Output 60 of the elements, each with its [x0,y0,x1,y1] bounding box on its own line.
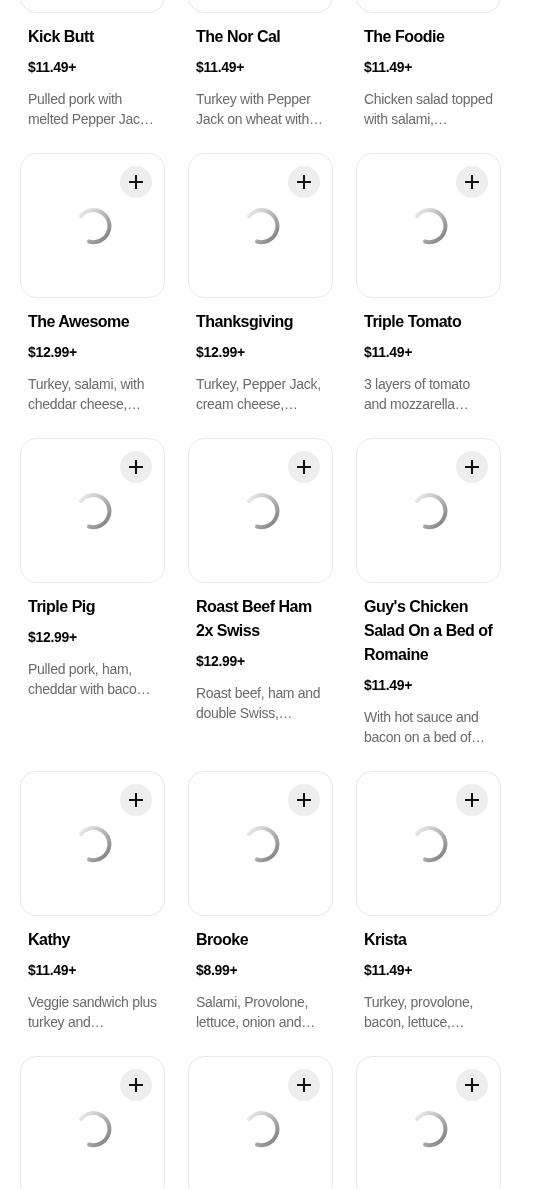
item-price: $11.49+ [28,58,78,77]
item-name: Guy's Chicken Salad On a Bed of Romaine [364,597,494,665]
item-price: $11.49+ [196,58,246,77]
item-name: Brooke [196,930,250,950]
add-button[interactable] [288,451,320,483]
item-price: $12.99+ [196,343,246,362]
plus-icon [465,175,479,189]
add-button[interactable] [288,1069,320,1101]
plus-icon [129,1078,143,1092]
plus-icon [465,793,479,807]
item-price: $11.49+ [364,676,414,695]
item-name: The Foodie [364,27,446,47]
item-description: Turkey, provolone, bacon, lettuce,… [364,993,474,1032]
plus-icon [129,460,143,474]
add-button[interactable] [456,1069,488,1101]
item-name: Kathy [28,930,71,950]
add-button[interactable] [120,784,152,816]
plus-icon [465,460,479,474]
item-price: $11.49+ [364,58,414,77]
plus-icon [129,793,143,807]
item-price: $8.99+ [196,961,239,980]
add-button[interactable] [288,166,320,198]
item-price: $12.99+ [196,652,246,671]
add-button[interactable] [120,451,152,483]
item-price: $12.99+ [28,628,78,647]
item-description: Roast beef, ham and double Swiss,… [196,684,322,723]
plus-icon [129,175,143,189]
item-name: Krista [364,930,408,950]
plus-icon [297,1078,311,1092]
add-button[interactable] [456,451,488,483]
plus-icon [465,1078,479,1092]
item-name: Triple Tomato [364,312,463,332]
item-description: 3 layers of tomato and mozzarella… [364,375,471,414]
item-description: Salami, Provolone, lettuce, onion and… [196,993,316,1032]
item-name: Roast Beef Ham 2x Swiss [196,597,313,641]
item-name: The Awesome [28,312,131,332]
add-button[interactable] [288,784,320,816]
item-description: Turkey with Pepper Jack on wheat with… [196,90,324,129]
item-description: Pulled pork, ham, cheddar with baco… [28,660,152,699]
item-name: Triple Pig [28,597,96,617]
item-price: $11.49+ [364,343,414,362]
add-button[interactable] [120,166,152,198]
add-button[interactable] [456,166,488,198]
item-name: Thanksgiving [196,312,295,332]
item-name: Kick Butt [28,27,95,47]
item-description: Veggie sandwich plus turkey and… [28,993,157,1032]
item-description: Pulled pork with melted Pepper Jac… [28,90,155,129]
add-button[interactable] [120,1069,152,1101]
item-price: $11.49+ [28,961,78,980]
item-description: Chicken salad topped with salami,… [364,90,493,129]
item-price: $12.99+ [28,343,78,362]
item-description: With hot sauce and bacon on a bed of… [364,708,486,747]
item-description: Turkey, salami, with cheddar cheese,… [28,375,146,414]
add-button[interactable] [456,784,488,816]
item-price: $11.49+ [364,961,414,980]
item-name: The Nor Cal [196,27,282,47]
plus-icon [297,793,311,807]
plus-icon [297,460,311,474]
plus-icon [297,175,311,189]
item-description: Turkey, Pepper Jack, cream cheese,… [196,375,322,414]
